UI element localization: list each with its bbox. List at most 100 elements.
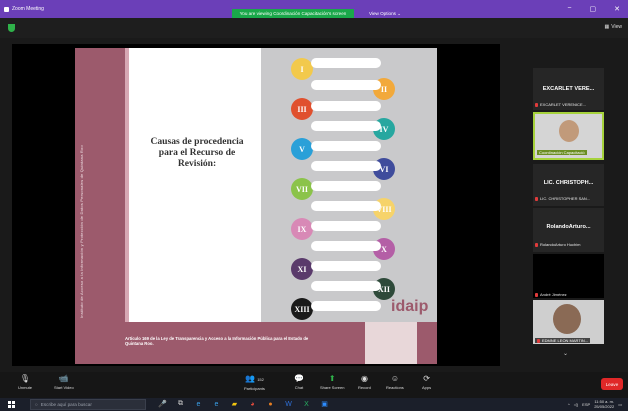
mic-muted-icon xyxy=(537,338,540,343)
word-icon[interactable]: W xyxy=(284,399,293,409)
excel-icon[interactable]: X xyxy=(302,399,311,409)
cause-bubble xyxy=(311,261,381,271)
cause-bubble xyxy=(311,281,381,291)
mic-muted-icon xyxy=(535,102,538,107)
clock-date: 25/05/2022 xyxy=(594,404,615,409)
participant-label: EXCARLET VERENICE... xyxy=(535,102,586,107)
participant-tile-active[interactable]: Coordinación Capacitació xyxy=(533,112,604,160)
ie-icon[interactable]: e xyxy=(212,399,221,409)
view-label: View xyxy=(611,24,622,30)
window-title: Zoom Meeting xyxy=(12,6,44,12)
participant-video xyxy=(559,120,579,142)
participant-label: Coordinación Capacitació xyxy=(537,150,587,155)
edge-icon[interactable]: e xyxy=(194,399,203,409)
slide-accent-strip xyxy=(125,48,129,364)
chrome-icon[interactable]: ◕ xyxy=(248,399,257,409)
slide-side-text: Instituto de Acceso a la Información y P… xyxy=(79,145,84,318)
apps-label: Apps xyxy=(422,385,432,390)
cause-bubble xyxy=(311,221,381,231)
zoom-logo-icon xyxy=(4,6,9,12)
window-controls: − ▢ ✕ xyxy=(567,5,620,13)
zoom-icon[interactable]: ▣ xyxy=(320,399,329,409)
leave-button[interactable]: Leave xyxy=(601,378,623,390)
cause-bubble xyxy=(311,181,381,191)
mic-muted-icon xyxy=(535,196,538,201)
cause-bubble xyxy=(311,161,381,171)
notifications-icon[interactable]: ▭ xyxy=(618,402,622,407)
shield-icon[interactable] xyxy=(8,24,15,32)
cause-bubble xyxy=(311,241,381,251)
file-explorer-icon[interactable]: ▰ xyxy=(230,399,239,409)
participant-label: RolandoArturo Huchim xyxy=(535,242,580,247)
cause-bubble xyxy=(311,301,381,311)
cause-bubble xyxy=(311,58,381,68)
participants-button[interactable]: 👥 152 Participants xyxy=(244,374,265,391)
record-icon: ◉ xyxy=(360,374,368,383)
slide-footer-panel xyxy=(365,322,417,364)
chat-button[interactable]: 💬 Chat xyxy=(294,374,304,390)
record-label: Record xyxy=(358,385,371,390)
mic-muted-icon xyxy=(535,292,538,297)
slide-footer-text: Artículo 169 de la Ley de Transparencia … xyxy=(125,336,309,346)
participant-label: André Jiménez xyxy=(535,292,567,297)
record-button[interactable]: ◉ Record xyxy=(358,374,371,390)
volume-icon[interactable]: ◁) xyxy=(574,402,578,407)
grid-icon: ▦ xyxy=(604,24,610,30)
cause-bubble xyxy=(311,201,381,211)
share-screen-button[interactable]: ⬆ Share Screen xyxy=(320,374,344,390)
mic-muted-icon xyxy=(535,242,538,247)
participant-tile[interactable]: RolandoArturo... RolandoArturo Huchim xyxy=(533,208,604,252)
view-button[interactable]: ▦ View xyxy=(605,24,622,30)
task-view-icon[interactable]: ⧉ xyxy=(176,399,185,409)
participants-label: Participants xyxy=(244,386,265,391)
minimize-button[interactable]: − xyxy=(567,5,571,13)
presentation-slide: Instituto de Acceso a la Información y P… xyxy=(75,48,437,364)
start-video-button[interactable]: 📹 Start Video xyxy=(54,374,74,390)
apps-icon: ⟳ xyxy=(423,374,430,383)
cause-circle: IX xyxy=(291,218,313,240)
participant-tile[interactable]: EXCARLET VERE... EXCARLET VERENICE... xyxy=(533,68,604,110)
viewing-banner: You are viewing Coordinación Capacitació… xyxy=(232,9,354,18)
taskbar-search-input[interactable]: ○ Escribe aquí para buscar xyxy=(30,399,146,410)
slide-causes-panel: I II III IV V VI VII VIII IX X XI XII XI… xyxy=(261,48,437,364)
cause-circle: XIII xyxy=(291,298,313,320)
participant-name: EXCARLET VERE... xyxy=(542,86,595,92)
start-video-label: Start Video xyxy=(54,385,74,390)
chat-icon: 💬 xyxy=(294,374,304,383)
slide-heading: Causas de procedencia para el Recurso de… xyxy=(150,136,244,169)
apps-button[interactable]: ⟳ Apps xyxy=(422,374,431,390)
reactions-icon: ☺ xyxy=(390,374,399,383)
clock[interactable]: 11:50 a. m. 25/05/2022 xyxy=(594,399,614,409)
search-placeholder: Escribe aquí para buscar xyxy=(40,402,92,407)
reactions-button[interactable]: ☺ Reactions xyxy=(386,374,404,390)
firefox-icon[interactable]: ● xyxy=(266,399,275,409)
mic-icon[interactable]: 🎤 xyxy=(158,399,167,409)
participant-tile[interactable]: EDMNE LEON MARTIN... xyxy=(533,300,604,344)
participant-sidebar: EXCARLET VERE... EXCARLET VERENICE... Co… xyxy=(533,68,604,364)
participant-tile[interactable]: LIC. CHRISTOPH... LIC. CHRISTOPHER SAN..… xyxy=(533,164,604,206)
taskbar-apps: 🎤 ⧉ e e ▰ ◕ ● W X ▣ xyxy=(158,399,329,409)
app-title: Zoom Meeting xyxy=(4,6,44,12)
cause-bubble xyxy=(311,80,381,90)
participant-tile[interactable]: André Jiménez xyxy=(533,254,604,298)
search-icon: ○ xyxy=(35,402,38,407)
scroll-down-icon[interactable]: ⌄ xyxy=(563,350,568,357)
cause-circle: I xyxy=(291,58,313,80)
video-off-icon: 📹 xyxy=(58,374,69,383)
meeting-toolbar xyxy=(0,372,628,398)
windows-start-icon[interactable] xyxy=(8,401,15,408)
chat-label: Chat xyxy=(294,385,304,390)
language-label[interactable]: ESP xyxy=(582,402,590,407)
close-button[interactable]: ✕ xyxy=(614,5,620,13)
idaip-logo: idaip xyxy=(391,298,429,315)
view-options-button[interactable]: View Options ⌄ xyxy=(362,9,408,18)
meeting-info-bar xyxy=(0,18,628,38)
cause-circle: V xyxy=(291,138,313,160)
participant-label: LIC. CHRISTOPHER SAN... xyxy=(535,196,590,201)
participants-icon: 👥 152 xyxy=(245,374,264,383)
mic-muted-icon: 🎙 xyxy=(19,374,31,383)
maximize-button[interactable]: ▢ xyxy=(590,5,597,13)
tray-chevron-icon[interactable]: ^ xyxy=(568,402,570,407)
share-screen-icon: ⬆ xyxy=(328,374,336,383)
unmute-button[interactable]: 🎙 Unmute xyxy=(18,374,32,390)
